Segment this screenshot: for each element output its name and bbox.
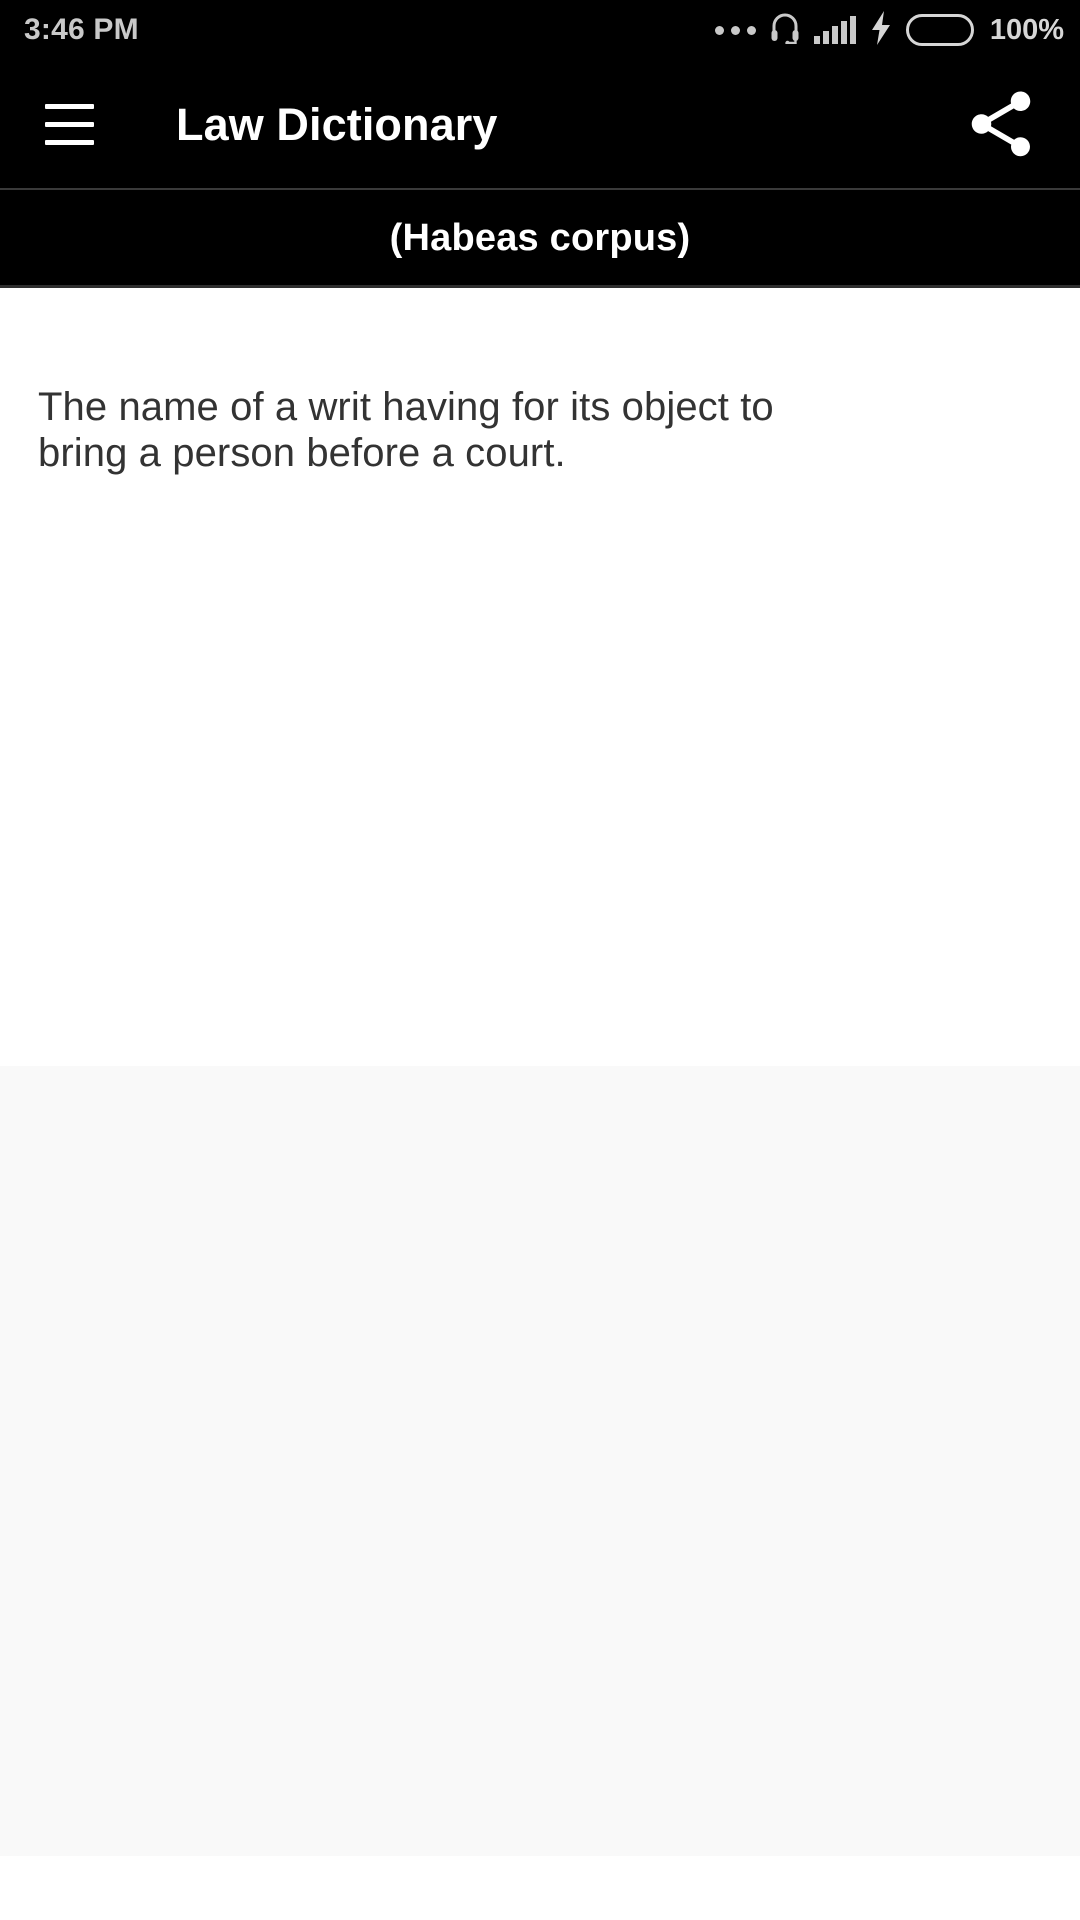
status-bar-icons: 100% [714, 10, 1064, 50]
app-title: Law Dictionary [176, 98, 498, 150]
term-title: (Habeas corpus) [389, 216, 691, 259]
more-dots-icon [714, 25, 756, 35]
share-icon[interactable] [958, 81, 1044, 167]
hamburger-menu-icon[interactable] [21, 76, 117, 172]
definition-text: The name of a writ having for its object… [38, 385, 774, 475]
status-bar-clock: 3:46 PM [24, 13, 139, 46]
term-header-bar: (Habeas corpus) [0, 188, 1080, 288]
app-bar: Law Dictionary [0, 60, 1080, 188]
page-background-area [0, 1066, 1080, 1856]
status-bar: 3:46 PM 100% [0, 0, 1080, 60]
battery-icon [905, 14, 974, 46]
battery-percent-label: 100% [989, 13, 1064, 46]
signal-bars-icon [813, 16, 856, 44]
definition-card: The name of a writ having for its object… [0, 288, 1080, 1066]
charging-bolt-icon [870, 10, 892, 50]
headset-icon [770, 12, 800, 49]
